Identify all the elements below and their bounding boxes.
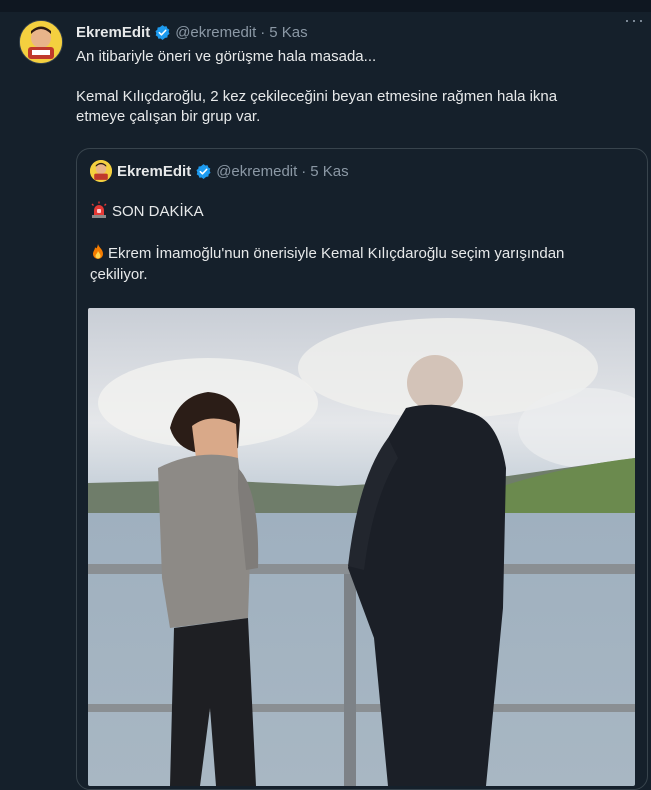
fire-emoji-icon	[93, 244, 103, 259]
tweet-text: An itibariyle öneri ve görüşme hala masa…	[76, 47, 636, 127]
top-divider	[0, 0, 651, 12]
avatar[interactable]	[19, 20, 63, 64]
quoted-tweet[interactable]: EkremEdit @ekremedit · 5 Kas SON DAKİKA	[76, 148, 648, 790]
verified-badge-icon	[155, 24, 170, 40]
more-options-icon[interactable]: ···	[624, 10, 645, 31]
quoted-text-line: çekiliyor.	[90, 266, 148, 283]
quoted-text-line: Ekrem İmamoğlu'nun önerisiyle Kemal Kılı…	[108, 245, 565, 262]
tweet-text-line: Kemal Kılıçdaroğlu, 2 kez çekileceğini b…	[76, 88, 558, 105]
breaking-label: SON DAKİKA	[112, 203, 204, 220]
timestamp[interactable]: 5 Kas	[269, 24, 307, 41]
quoted-avatar	[90, 160, 112, 182]
quoted-timestamp: 5 Kas	[310, 162, 349, 180]
tweet-text-line: An itibariyle öneri ve görüşme hala masa…	[76, 48, 377, 65]
tweet[interactable]: EkremEdit @ekremedit · 5 Kas ··· An itib…	[0, 10, 651, 790]
quoted-body: Ekrem İmamoğlu'nun önerisiyle Kemal Kılı…	[90, 243, 635, 285]
author-handle[interactable]: @ekremedit	[175, 24, 256, 41]
quoted-author-handle: @ekremedit	[216, 162, 298, 180]
verified-badge-icon	[196, 163, 211, 179]
quoted-tweet-header: EkremEdit @ekremedit · 5 Kas	[90, 160, 349, 182]
separator-dot: ·	[301, 162, 307, 180]
tweet-text-line: etmeye çalışan bir grup var.	[76, 108, 261, 125]
author-name[interactable]: EkremEdit	[76, 24, 150, 41]
quoted-author-name: EkremEdit	[117, 162, 192, 180]
separator-dot: ·	[260, 23, 266, 41]
tweet-photo[interactable]	[88, 308, 635, 786]
breaking-line: SON DAKİKA	[90, 201, 635, 222]
siren-emoji-icon	[91, 201, 107, 218]
tweet-header: EkremEdit @ekremedit · 5 Kas	[76, 22, 641, 42]
